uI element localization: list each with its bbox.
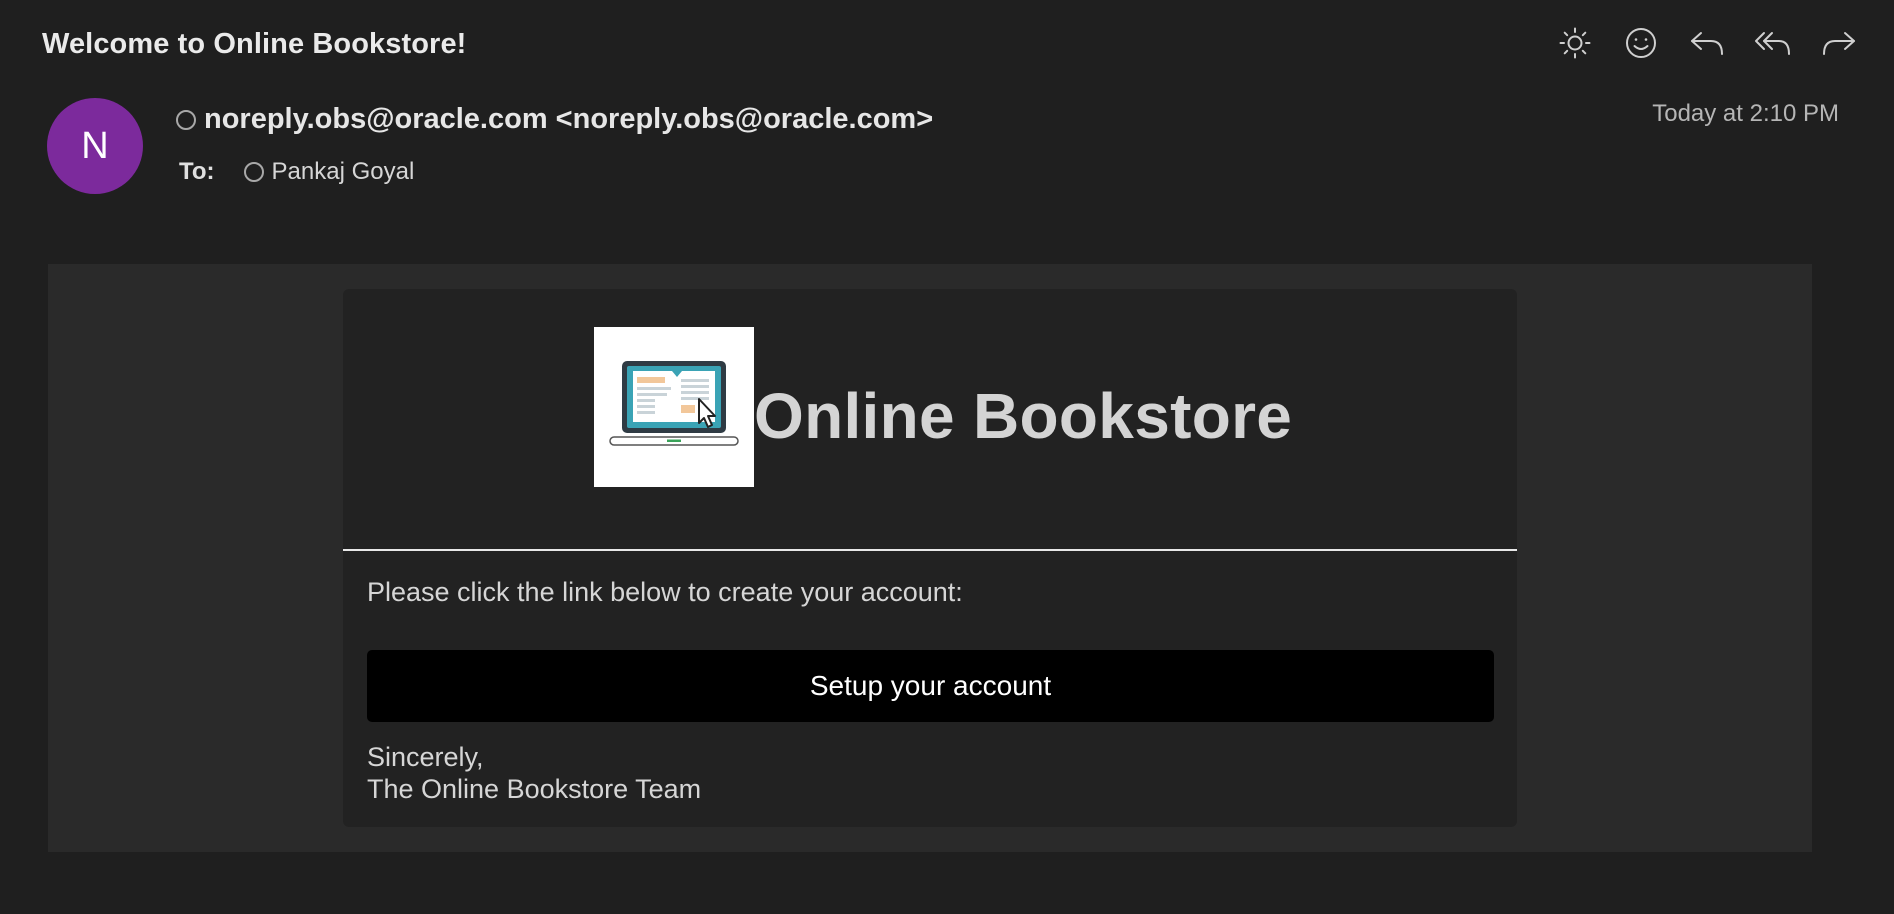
divider xyxy=(343,549,1517,551)
email-date: Today at 2:10 PM xyxy=(1652,100,1839,127)
avatar-initial: N xyxy=(81,124,109,167)
recipient-status-icon xyxy=(243,162,264,182)
setup-account-button[interactable]: Setup your account xyxy=(367,650,1494,722)
recipient-name[interactable]: Pankaj Goyal xyxy=(272,158,415,186)
sender-avatar[interactable]: N xyxy=(47,98,143,194)
setup-account-button-label: Setup your account xyxy=(809,670,1052,701)
sender-status-icon xyxy=(176,109,196,130)
message-toolbar xyxy=(1556,24,1858,62)
reply-all-icon[interactable] xyxy=(1754,24,1792,62)
email-subject: Welcome to Online Bookstore! xyxy=(42,28,467,60)
instructions-text: Please click the link below to create yo… xyxy=(367,577,963,607)
forward-icon[interactable] xyxy=(1820,24,1858,62)
recipient-line: To: Pankaj Goyal xyxy=(179,158,414,186)
brand-name: Online Bookstore xyxy=(754,380,1293,452)
email-body: Online Bookstore Please click the link b… xyxy=(48,264,1812,852)
to-label: To: xyxy=(179,158,215,185)
email-window: Welcome to Online Bookstore! N noreply.o… xyxy=(0,0,1894,914)
brand-header: Online Bookstore xyxy=(594,327,1292,487)
brightness-icon[interactable] xyxy=(1556,24,1594,62)
laptop-bookstore-logo-icon xyxy=(594,327,754,487)
signoff-line-2: The Online Bookstore Team xyxy=(367,774,702,804)
sender-line: noreply.obs@oracle.com <noreply.obs@orac… xyxy=(176,103,933,136)
recipient[interactable]: Pankaj Goyal xyxy=(243,158,415,186)
emoji-icon[interactable] xyxy=(1622,24,1660,62)
signoff: Sincerely, The Online Bookstore Team xyxy=(367,741,701,805)
sender-address[interactable]: noreply.obs@oracle.com <noreply.obs@orac… xyxy=(204,103,933,136)
reply-icon[interactable] xyxy=(1688,24,1726,62)
email-card: Online Bookstore Please click the link b… xyxy=(343,289,1517,827)
signoff-line-1: Sincerely, xyxy=(367,742,484,772)
